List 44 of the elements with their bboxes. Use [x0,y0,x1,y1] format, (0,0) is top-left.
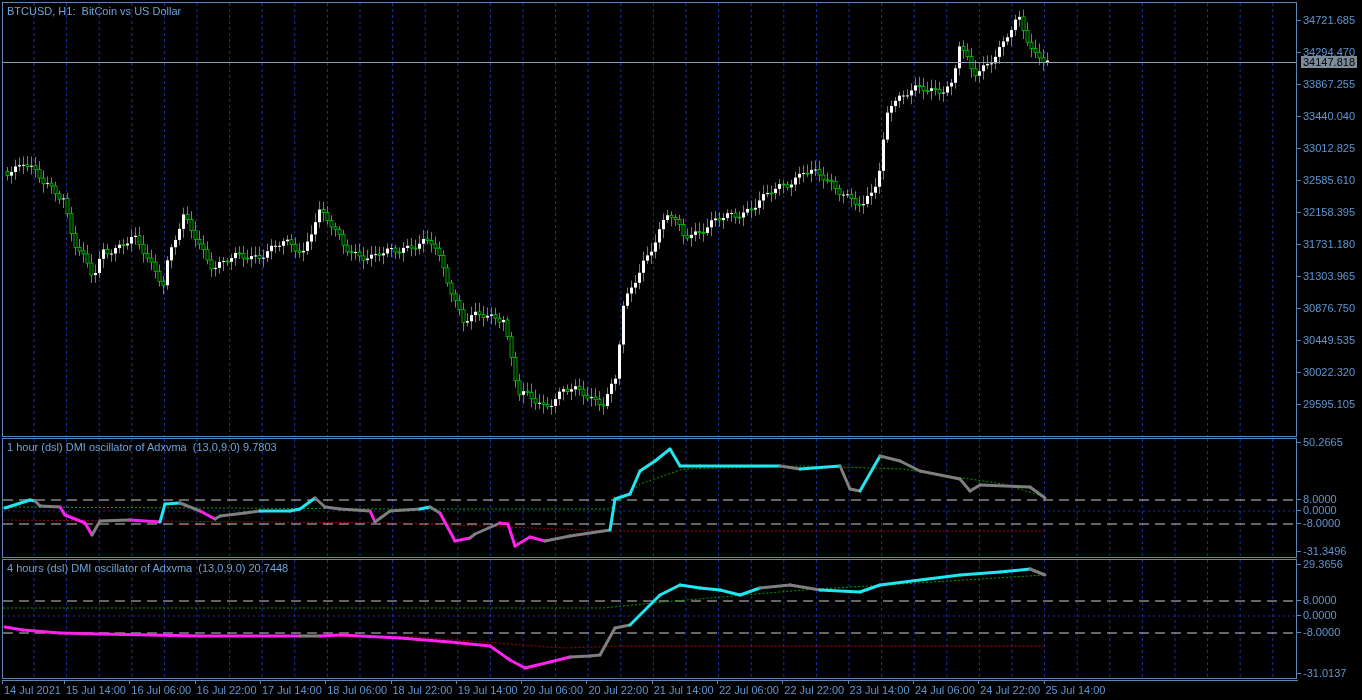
axis-label: 31731.180 [1303,238,1355,250]
time-label: 16 Jul 22:00 [196,684,257,696]
axis-label: 34294.470 [1303,46,1355,58]
time-label: 24 Jul 22:00 [980,684,1041,696]
time-label: 18 Jul 06:00 [327,684,388,696]
axis-label: 32585.610 [1303,174,1355,186]
time-label: 17 Jul 14:00 [261,684,322,696]
time-label: 23 Jul 14:00 [849,684,910,696]
axis-label: 29595.105 [1303,398,1355,410]
time-label: 25 Jul 14:00 [1045,684,1106,696]
axis-label: -8.0000 [1303,517,1341,529]
chart-title: 4 hours (dsl) DMI oscillator of Adxvma (13,0,9.0) 20.7448 [7,562,289,574]
axis-label: 30449.535 [1303,334,1355,346]
axis-label: -31.3496 [1303,545,1347,557]
axis-label: 32158.395 [1303,206,1355,218]
axis-label: 33012.825 [1303,142,1355,154]
time-label: 16 Jul 06:00 [131,684,192,696]
axis-label: 50.2665 [1303,436,1343,448]
chart-title: BTCUSD, H1: BitCoin vs US Dollar [7,5,182,17]
time-label: 18 Jul 22:00 [392,684,453,696]
time-label: 21 Jul 14:00 [653,684,714,696]
axis-label: -31.0137 [1303,667,1347,679]
axis-label: 30876.750 [1303,302,1355,314]
time-label: 14 Jul 2021 [4,684,61,696]
axis-label: 33440.040 [1303,110,1355,122]
axis-label: 8.0000 [1303,594,1337,606]
axis-label: 31303.965 [1303,270,1355,282]
axis-label: 30022.320 [1303,366,1355,378]
axis-label: 29.3656 [1303,558,1343,570]
chart-title: 1 hour (dsl) DMI oscillator of Adxvma (13,0,9.0) 9.7803 [7,441,277,453]
time-label: 24 Jul 06:00 [914,684,975,696]
time-label: 19 Jul 14:00 [457,684,518,696]
axis-label: 0.0000 [1303,504,1337,516]
axis-label: 34721.685 [1303,14,1355,26]
time-label: 20 Jul 06:00 [523,684,584,696]
time-label: 15 Jul 14:00 [66,684,126,696]
axis-label: 33867.255 [1303,78,1355,90]
time-label: 22 Jul 22:00 [784,684,845,696]
current-price-label: 34147.818 [1301,56,1357,68]
time-label: 22 Jul 06:00 [719,684,779,696]
time-label: 20 Jul 22:00 [588,684,649,696]
axis-label: -8.0000 [1303,626,1341,638]
axis-label: 8.0000 [1303,493,1337,505]
axis-label: 0.0000 [1303,609,1337,621]
